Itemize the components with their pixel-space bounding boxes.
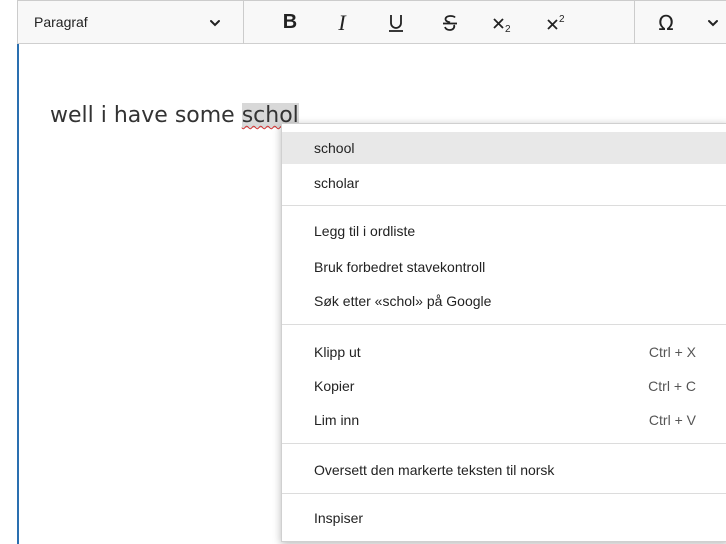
bold-icon: B	[282, 11, 298, 33]
strikethrough-icon	[443, 14, 457, 31]
paragraph-format-select[interactable]: Paragraf	[18, 0, 244, 44]
chevron-down-icon	[210, 19, 220, 26]
inspect-item[interactable]: Inspiser	[282, 502, 726, 534]
menu-divider	[282, 205, 726, 206]
bold-button[interactable]: B	[272, 1, 308, 44]
omega-icon: Ω	[658, 10, 674, 35]
menu-divider	[282, 493, 726, 494]
chevron-down-icon[interactable]	[706, 16, 720, 30]
menu-divider	[282, 443, 726, 444]
suggestion-item[interactable]: scholar	[282, 167, 726, 199]
superscript-button[interactable]: 2	[539, 1, 575, 44]
underline-icon	[389, 14, 403, 32]
editor-toolbar: Paragraf B I 2 2 Ω	[17, 0, 726, 44]
paste-item[interactable]: Lim inn Ctrl + V	[282, 404, 726, 436]
search-google-item[interactable]: Søk etter «schol» på Google	[282, 285, 726, 317]
underline-button[interactable]	[378, 1, 414, 44]
svg-text:2: 2	[559, 14, 565, 25]
enhanced-spellcheck-item[interactable]: Bruk forbedret stavekontroll	[282, 251, 726, 283]
menu-divider	[282, 324, 726, 325]
italic-button[interactable]: I	[324, 1, 360, 44]
subscript-button[interactable]: 2	[485, 1, 521, 44]
context-menu: school scholar Legg til i ordliste Bruk …	[281, 123, 726, 542]
add-to-dictionary-item[interactable]: Legg til i ordliste	[282, 215, 726, 247]
copy-item[interactable]: Kopier Ctrl + C	[282, 370, 726, 402]
italic-icon: I	[338, 9, 346, 35]
editor-paragraph[interactable]: well i have some schol	[50, 103, 299, 129]
superscript-icon: 2	[547, 14, 565, 30]
subscript-icon: 2	[493, 17, 511, 34]
strikethrough-button[interactable]	[432, 1, 468, 44]
special-character-button[interactable]: Ω	[648, 1, 684, 44]
translate-item[interactable]: Oversett den markerte teksten til norsk	[282, 454, 726, 486]
toolbar-divider	[634, 1, 635, 44]
paragraph-format-label: Paragraf	[34, 14, 88, 30]
suggestion-item[interactable]: school	[282, 132, 726, 164]
cut-item[interactable]: Klipp ut Ctrl + X	[282, 336, 726, 368]
svg-text:2: 2	[505, 24, 511, 34]
editor-text: well i have some	[50, 103, 242, 128]
